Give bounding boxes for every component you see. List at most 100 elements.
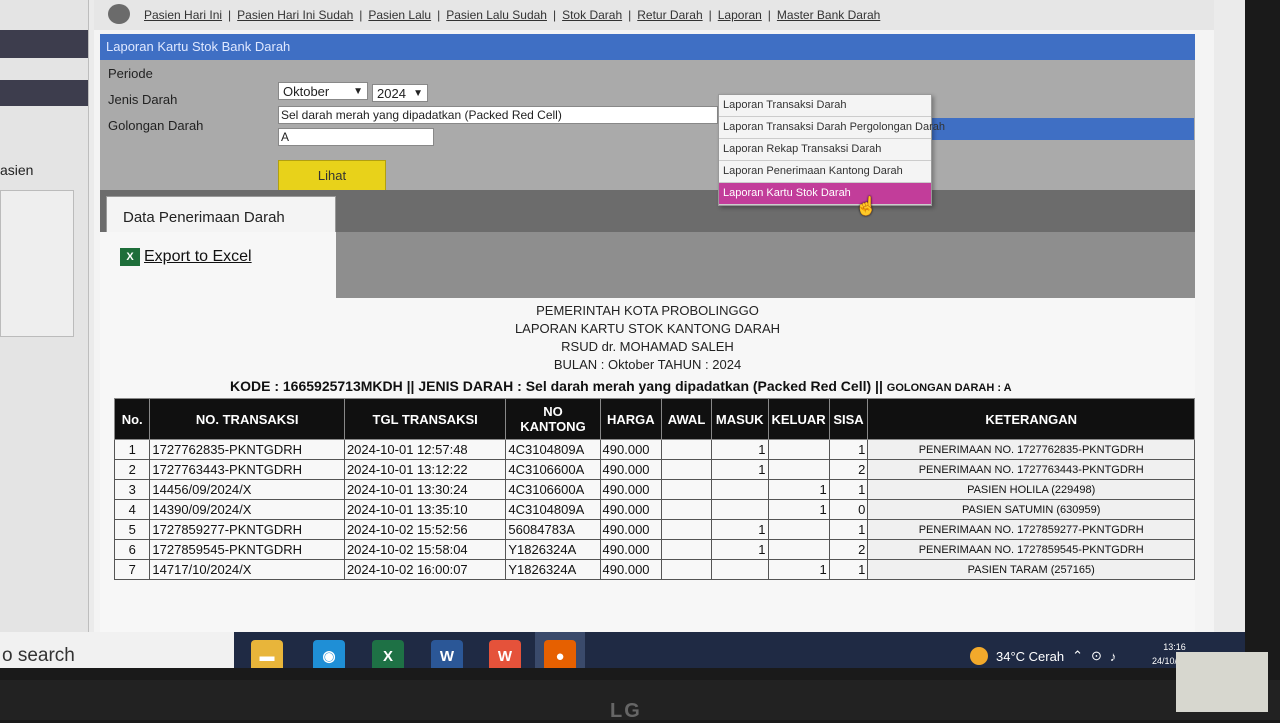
table-cell: 1 — [767, 499, 830, 520]
column-header: No. — [113, 398, 151, 440]
table-cell: 1 — [828, 519, 869, 540]
table-cell: 490.000 — [599, 459, 663, 480]
report-line-1: PEMERINTAH KOTA PROBOLINGGO — [536, 303, 759, 318]
tab-data-penerimaan-darah[interactable]: Data Penerimaan Darah — [106, 196, 336, 232]
table-cell: 2024-10-01 13:12:22 — [343, 459, 507, 480]
app-logo-icon — [108, 4, 130, 24]
laporan-dropdown-menu: Laporan Transaksi Darah Laporan Transaksi… — [718, 94, 945, 206]
table-cell: 1 — [710, 519, 769, 540]
table-cell: 490.000 — [599, 499, 663, 520]
table-cell: 2024-10-02 15:58:04 — [343, 539, 507, 560]
firefox-icon[interactable]: ● — [544, 640, 576, 668]
stock-table: No. NO. TRANSAKSI TGL TRANSAKSI NO KANTONG H… — [113, 398, 1195, 580]
network-icon[interactable]: ⊙ — [1091, 648, 1102, 664]
table-cell: 2024-10-02 15:52:56 — [343, 519, 507, 540]
sidebar-label[interactable]: asien — [0, 162, 33, 178]
table-cell: 4 — [113, 499, 151, 520]
table-cell: 1727762835-PKNTGDRH — [149, 439, 345, 460]
top-navigation: Pasien Hari Ini | Pasien Hari Ini Sudah | Pa… — [94, 0, 1214, 30]
left-sidebar: asien — [0, 0, 89, 640]
nav-link[interactable]: Retur Darah — [637, 8, 702, 22]
content-area: Data Penerimaan Darah X Export to Excel … — [100, 190, 1195, 640]
table-cell: 1727763443-PKNTGDRH — [149, 459, 345, 480]
edge-icon[interactable]: ◉ — [313, 640, 345, 668]
nav-separator: | — [767, 8, 771, 22]
volume-icon[interactable]: ♪ — [1110, 649, 1117, 664]
table-cell — [661, 439, 712, 460]
column-header: AWAL — [661, 398, 712, 440]
lihat-button[interactable]: Lihat — [278, 160, 386, 192]
table-cell: 1 — [767, 479, 830, 500]
table-cell: PENERIMAAN NO. 1727859277-PKNTGDRH — [867, 519, 1195, 540]
column-header: MASUK — [710, 398, 769, 440]
app-window: Pasien Hari Ini | Pasien Hari Ini Sudah | Pa… — [94, 0, 1214, 640]
word-icon[interactable]: W — [431, 640, 463, 668]
export-excel-link[interactable]: X Export to Excel — [120, 248, 252, 266]
weather-sun-icon[interactable] — [970, 647, 988, 665]
report-line-2: LAPORAN KARTU STOK KANTONG DARAH — [514, 321, 781, 336]
report-header: PEMERINTAH KOTA PROBOLINGGO LAPORAN KART… — [100, 302, 1195, 374]
nav-link[interactable]: Pasien Hari Ini Sudah — [237, 8, 353, 22]
table-row: 6 1727859545-PKNTGDRH 2024-10-02 15:58:04 Y… — [113, 539, 1195, 560]
table-row: 2 1727763443-PKNTGDRH 2024-10-01 13:12:22 4… — [113, 459, 1195, 480]
golongan-darah-select[interactable]: A — [278, 128, 434, 146]
dropdown-menu-item[interactable]: Laporan Kartu Stok Darah — [719, 183, 931, 205]
table-cell: PASIEN TARAM (257165) — [867, 559, 1195, 580]
nav-link[interactable]: Pasien Hari Ini — [144, 8, 222, 22]
excel-icon[interactable]: X — [372, 640, 404, 668]
tab-content-header — [336, 232, 1195, 298]
nav-link[interactable]: Pasien Lalu — [368, 8, 431, 22]
table-cell — [710, 479, 769, 500]
table-cell: 1 — [710, 459, 769, 480]
table-cell: 490.000 — [599, 439, 663, 460]
column-header: NO KANTONG — [505, 398, 601, 440]
table-cell: PENERIMAAN NO. 1727763443-PKNTGDRH — [867, 459, 1195, 480]
monitor-screen: asien Pasien Hari Ini | Pasien Hari Ini Su… — [0, 0, 1245, 668]
table-cell: 2 — [828, 459, 869, 480]
table-cell: 2 — [113, 459, 151, 480]
table-cell — [661, 519, 712, 540]
table-cell: 1 — [828, 479, 869, 500]
table-cell: 490.000 — [599, 479, 663, 500]
dropdown-menu-item[interactable]: Laporan Transaksi Darah — [719, 95, 931, 117]
table-cell: 490.000 — [599, 539, 663, 560]
taskbar-search-box[interactable]: o search — [0, 632, 234, 668]
table-cell: PASIEN HOLILA (229498) — [867, 479, 1195, 500]
table-cell — [661, 459, 712, 480]
nav-separator: | — [437, 8, 441, 22]
table-cell: 2 — [828, 539, 869, 560]
table-header-row: No. NO. TRANSAKSI TGL TRANSAKSI NO KANTONG H… — [113, 398, 1195, 440]
nav-link[interactable]: Laporan — [718, 8, 762, 22]
golongan-darah-label: Golongan Darah — [108, 118, 204, 133]
nav-separator: | — [359, 8, 363, 22]
nav-link[interactable]: Pasien Lalu Sudah — [446, 8, 547, 22]
tray-chevron-icon[interactable]: ⌃ — [1072, 648, 1083, 664]
export-excel-label[interactable]: Export to Excel — [144, 248, 252, 266]
report-line-4: BULAN : Oktober TAHUN : 2024 — [553, 357, 742, 372]
weather-text[interactable]: 34°C Cerah — [996, 649, 1064, 664]
nav-link[interactable]: Master Bank Darah — [777, 8, 880, 22]
wps-icon[interactable]: W — [489, 640, 521, 668]
sidebar-dark-item[interactable] — [0, 80, 88, 106]
column-header: HARGA — [599, 398, 663, 440]
table-cell — [767, 519, 830, 540]
table-cell: 2024-10-01 13:35:10 — [343, 499, 507, 520]
table-cell: 490.000 — [599, 519, 663, 540]
dropdown-menu-item[interactable]: Laporan Penerimaan Kantong Darah — [719, 161, 931, 183]
month-select[interactable]: Oktober ▼ — [278, 82, 368, 100]
nav-link[interactable]: Stok Darah — [562, 8, 622, 22]
sidebar-dark-item[interactable] — [0, 30, 88, 58]
year-select[interactable]: 2024 ▼ — [372, 84, 428, 102]
file-explorer-icon[interactable]: ▬ — [251, 640, 283, 668]
jenis-darah-select[interactable]: Sel darah merah yang dipadatkan (Packed … — [278, 106, 718, 124]
table-cell: 4C3104809A — [505, 499, 601, 520]
column-header: SISA — [828, 398, 869, 440]
table-cell — [767, 459, 830, 480]
table-cell: 7 — [113, 559, 151, 580]
column-header: KETERANGAN — [867, 398, 1195, 440]
table-cell — [661, 559, 712, 580]
dropdown-menu-item[interactable]: Laporan Rekap Transaksi Darah — [719, 139, 931, 161]
table-cell: 3 — [113, 479, 151, 500]
dropdown-menu-item[interactable]: Laporan Transaksi Darah Pergolongan Dara… — [719, 117, 945, 139]
table-cell: Y1826324A — [505, 539, 601, 560]
